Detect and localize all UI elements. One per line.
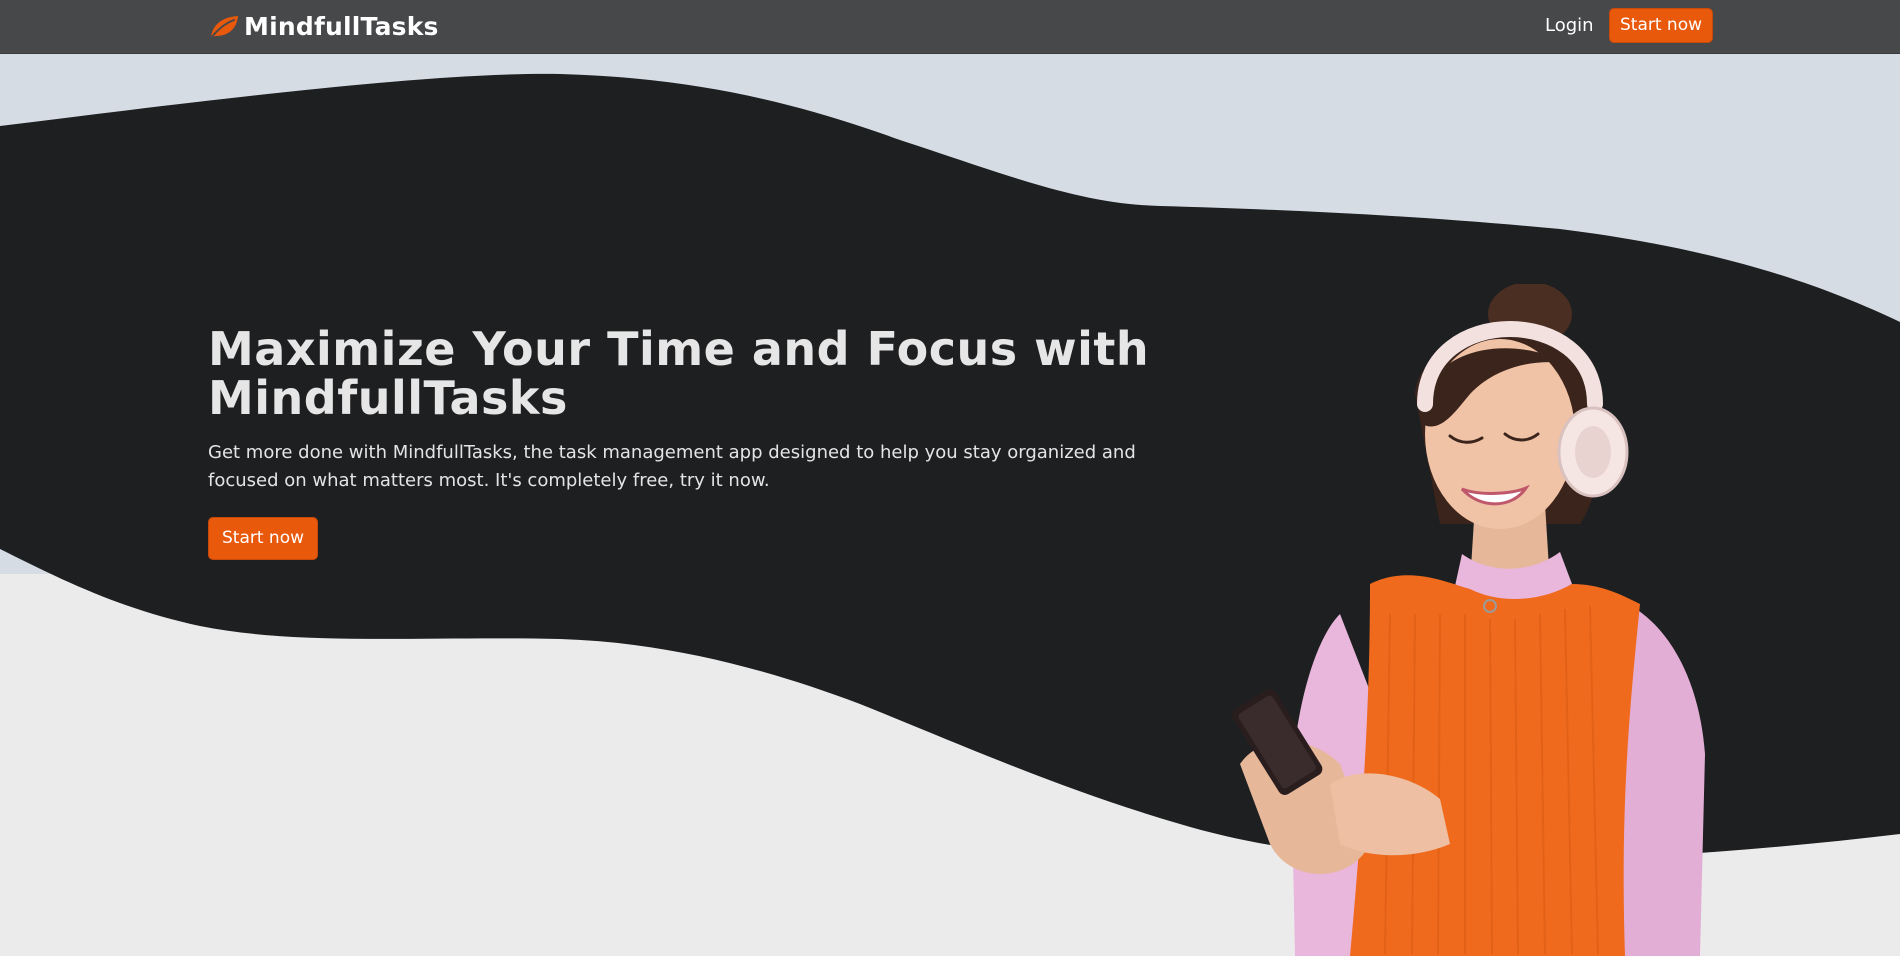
leaf-icon bbox=[210, 15, 238, 39]
hero-title: Maximize Your Time and Focus with Mindfu… bbox=[208, 322, 1150, 425]
brand-name: MindfullTasks bbox=[244, 12, 439, 41]
nav-start-now-button[interactable]: Start now bbox=[1609, 8, 1713, 43]
hero-start-now-button[interactable]: Start now bbox=[208, 517, 318, 560]
hero-person-image bbox=[1232, 284, 1705, 956]
brand-link[interactable]: MindfullTasks bbox=[208, 12, 439, 41]
navbar: MindfullTasks Login Start now bbox=[0, 0, 1900, 54]
hero-subtitle: Get more done with MindfullTasks, the ta… bbox=[208, 442, 1136, 491]
login-link[interactable]: Login bbox=[1545, 15, 1594, 36]
hero-section: Maximize Your Time and Focus with Mindfu… bbox=[0, 54, 1900, 956]
